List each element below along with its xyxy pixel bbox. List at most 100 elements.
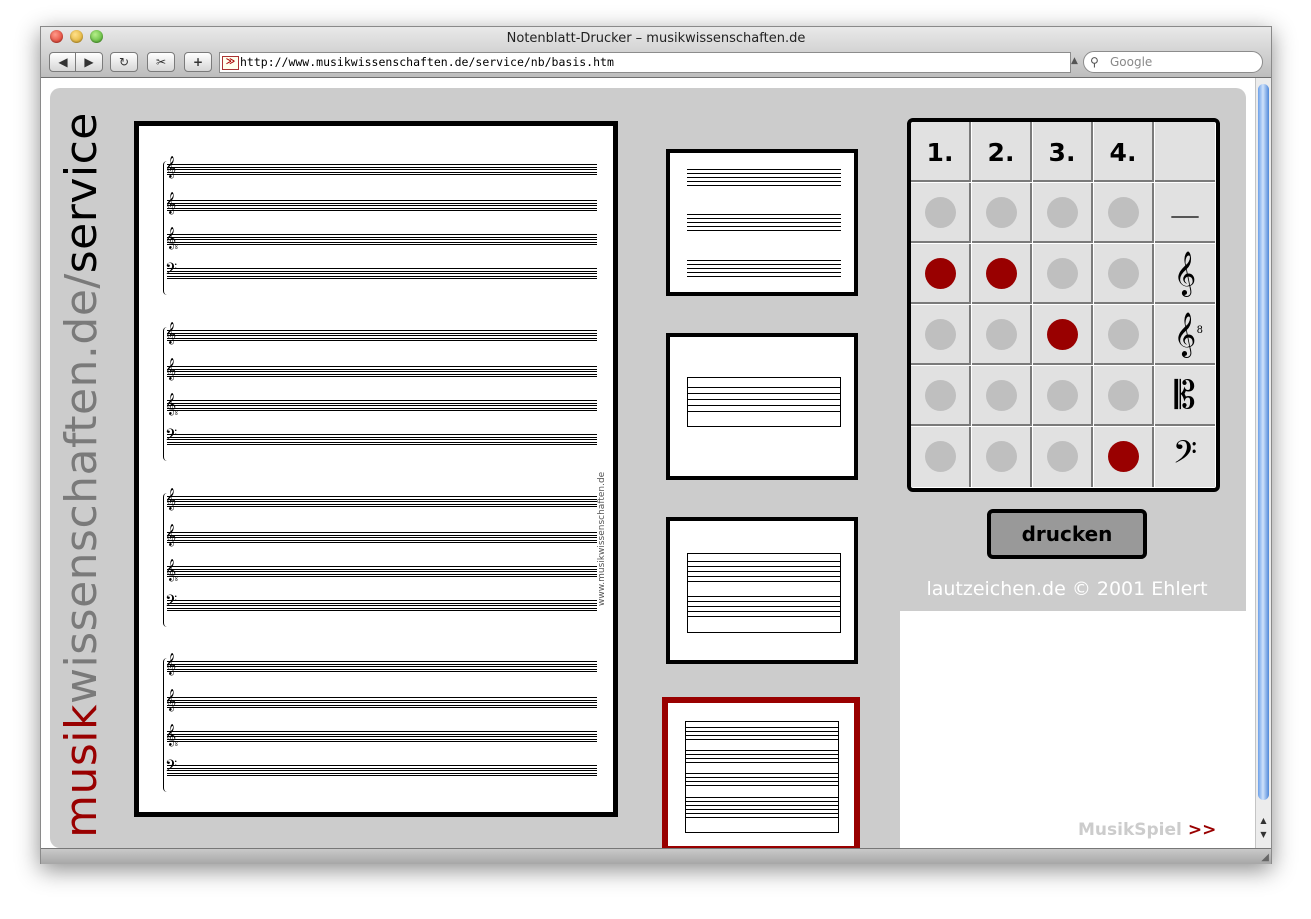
sheet-system: 𝄞 𝄞 𝄠 𝄢	[163, 489, 599, 627]
select-none-staff-4[interactable]	[1108, 197, 1139, 228]
plus-icon: +	[192, 55, 204, 69]
treble-clef-icon: 𝄠	[165, 227, 179, 249]
grid-cell-staff-2-alto	[972, 366, 1032, 426]
grid-cell-staff-2-none	[972, 183, 1032, 243]
select-treble-8vb-staff-3-selected[interactable]	[1047, 319, 1078, 350]
sheet-staff	[167, 234, 597, 245]
select-bass-staff-1[interactable]	[925, 441, 956, 472]
brand-service: service	[56, 112, 107, 274]
add-bookmark-button[interactable]: +	[184, 52, 212, 72]
reload-icon: ↻	[118, 55, 130, 69]
musikspiel-arrow: >>	[1187, 820, 1217, 840]
layout-option-separate-staves[interactable]	[666, 149, 858, 296]
grid-cell-staff-2-bass	[972, 427, 1032, 487]
header-empty	[1155, 122, 1215, 182]
sheet-staff	[167, 400, 597, 411]
resize-grip-icon[interactable]: ◢	[1261, 852, 1269, 863]
grid-cell-staff-4-none	[1094, 183, 1154, 243]
musikspiel-link[interactable]: MusikSpiel >>	[1078, 820, 1216, 840]
grid-cell-staff-1-alto	[911, 366, 971, 426]
select-treble-8vb-staff-1[interactable]	[925, 319, 956, 350]
layout-option-one-system[interactable]	[666, 333, 858, 480]
grid-cell-staff-4-treble-8vb	[1094, 305, 1154, 365]
select-none-staff-3[interactable]	[1047, 197, 1078, 228]
grid-cell-staff-2-treble-8vb	[972, 305, 1032, 365]
grid-cell-staff-4-alto	[1094, 366, 1154, 426]
sheet-staff	[167, 164, 597, 175]
select-none-staff-1[interactable]	[925, 197, 956, 228]
octave-mark: 8	[1196, 325, 1203, 336]
bass-clef-icon: 𝄢	[165, 260, 178, 282]
title-bar: Notenblatt-Drucker – musikwissenschaften…	[41, 27, 1271, 78]
address-bar[interactable]: ≫ http://www.musikwissenschaften.de/serv…	[219, 52, 1071, 73]
scrollbar-thumb[interactable]	[1258, 84, 1269, 800]
grid-cell-staff-3-bass	[1033, 427, 1093, 487]
header-staff-3: 3.	[1033, 122, 1093, 182]
select-bass-staff-3[interactable]	[1047, 441, 1078, 472]
select-treble-8vb-staff-2[interactable]	[986, 319, 1017, 350]
grid-cell-staff-4-bass	[1094, 427, 1154, 487]
treble-clef-icon: 𝄠	[165, 724, 179, 746]
sheet-system: 𝄞 𝄞 𝄠 𝄢	[163, 323, 599, 461]
select-treble-staff-3[interactable]	[1047, 258, 1078, 289]
select-none-staff-2[interactable]	[986, 197, 1017, 228]
select-alto-staff-3[interactable]	[1047, 380, 1078, 411]
scroll-up-icon[interactable]: ▲	[1256, 816, 1271, 830]
reload-button[interactable]: ↻	[110, 52, 138, 72]
print-button[interactable]: drucken	[987, 509, 1147, 559]
url-dropdown-icon[interactable]: ▲	[1071, 52, 1078, 71]
treble-clef-icon: 𝄞	[165, 488, 177, 510]
musikspiel-label: MusikSpiel	[1078, 820, 1182, 840]
layout-option-two-systems[interactable]	[666, 517, 858, 664]
sheet-staff	[167, 765, 597, 776]
site-favicon-icon: ≫	[222, 56, 239, 70]
back-button[interactable]: ◀	[49, 52, 77, 72]
treble-clef-icon: 𝄞	[165, 524, 177, 546]
alto-clef-icon: 𝄡	[1155, 366, 1215, 426]
webclip-button[interactable]: ✂	[147, 52, 175, 72]
grid-cell-staff-3-treble-8vb	[1033, 305, 1093, 365]
select-treble-staff-1-selected[interactable]	[925, 258, 956, 289]
bass-clef-icon: 𝄢	[165, 757, 178, 779]
select-treble-staff-4[interactable]	[1108, 258, 1139, 289]
url-text: http://www.musikwissenschaften.de/servic…	[240, 55, 614, 69]
select-bass-staff-2[interactable]	[986, 441, 1017, 472]
grid-cell-staff-2-treble	[972, 244, 1032, 304]
select-alto-staff-2[interactable]	[986, 380, 1017, 411]
sheet-staff	[167, 661, 597, 672]
sheet-system: 𝄞 𝄞 𝄠 𝄢	[163, 157, 599, 295]
window-title: Notenblatt-Drucker – musikwissenschaften…	[506, 31, 806, 46]
sheet-preview: 𝄞 𝄞 𝄠 𝄢 𝄞 𝄞 𝄠 𝄢 𝄞 𝄞 𝄠 𝄢 𝄞 𝄞 𝄠 𝄢 www.musikwissenschaften…	[134, 121, 618, 817]
bass-clef-icon: 𝄢	[1155, 427, 1215, 487]
header-staff-1: 1.	[911, 122, 971, 182]
select-treble-8vb-staff-4[interactable]	[1108, 319, 1139, 350]
treble-clef-icon: 𝄞	[165, 322, 177, 344]
vertical-scrollbar[interactable]: ▲ ▼	[1255, 78, 1271, 848]
bass-clef-icon: 𝄢	[165, 426, 178, 448]
treble-clef-icon: 𝄠	[165, 393, 179, 415]
grid-cell-staff-1-bass	[911, 427, 971, 487]
header-staff-4: 4.	[1094, 122, 1154, 182]
grid-cell-staff-3-alto	[1033, 366, 1093, 426]
treble-clef-icon: 𝄠	[165, 559, 179, 581]
treble-clef-icon: 𝄞	[165, 358, 177, 380]
select-bass-staff-4-selected[interactable]	[1108, 441, 1139, 472]
treble-clef-icon: 𝄞	[165, 689, 177, 711]
select-alto-staff-4[interactable]	[1108, 380, 1139, 411]
sheet-system: 𝄞 𝄞 𝄠 𝄢	[163, 654, 599, 792]
clef-selection-grid: 1. 2. 3. 4. — 𝄞 𝄞 8 𝄡 𝄢	[907, 118, 1220, 492]
sheet-staff	[167, 366, 597, 377]
brand-musik: musik	[56, 703, 107, 838]
brand-domain: wissenschaften.de/	[56, 273, 107, 704]
layout-option-four-systems-selected[interactable]	[662, 697, 860, 848]
sheet-staff	[167, 566, 597, 577]
forward-button[interactable]: ▶	[75, 52, 103, 72]
treble-clef-icon: 𝄞	[165, 192, 177, 214]
select-treble-staff-2-selected[interactable]	[986, 258, 1017, 289]
scroll-down-icon[interactable]: ▼	[1256, 830, 1271, 844]
select-alto-staff-1[interactable]	[925, 380, 956, 411]
back-arrow-icon: ◀	[58, 55, 68, 69]
no-clef-icon: —	[1155, 183, 1215, 243]
search-input[interactable]: ⚲ Google	[1083, 51, 1263, 73]
grid-cell-staff-3-treble	[1033, 244, 1093, 304]
